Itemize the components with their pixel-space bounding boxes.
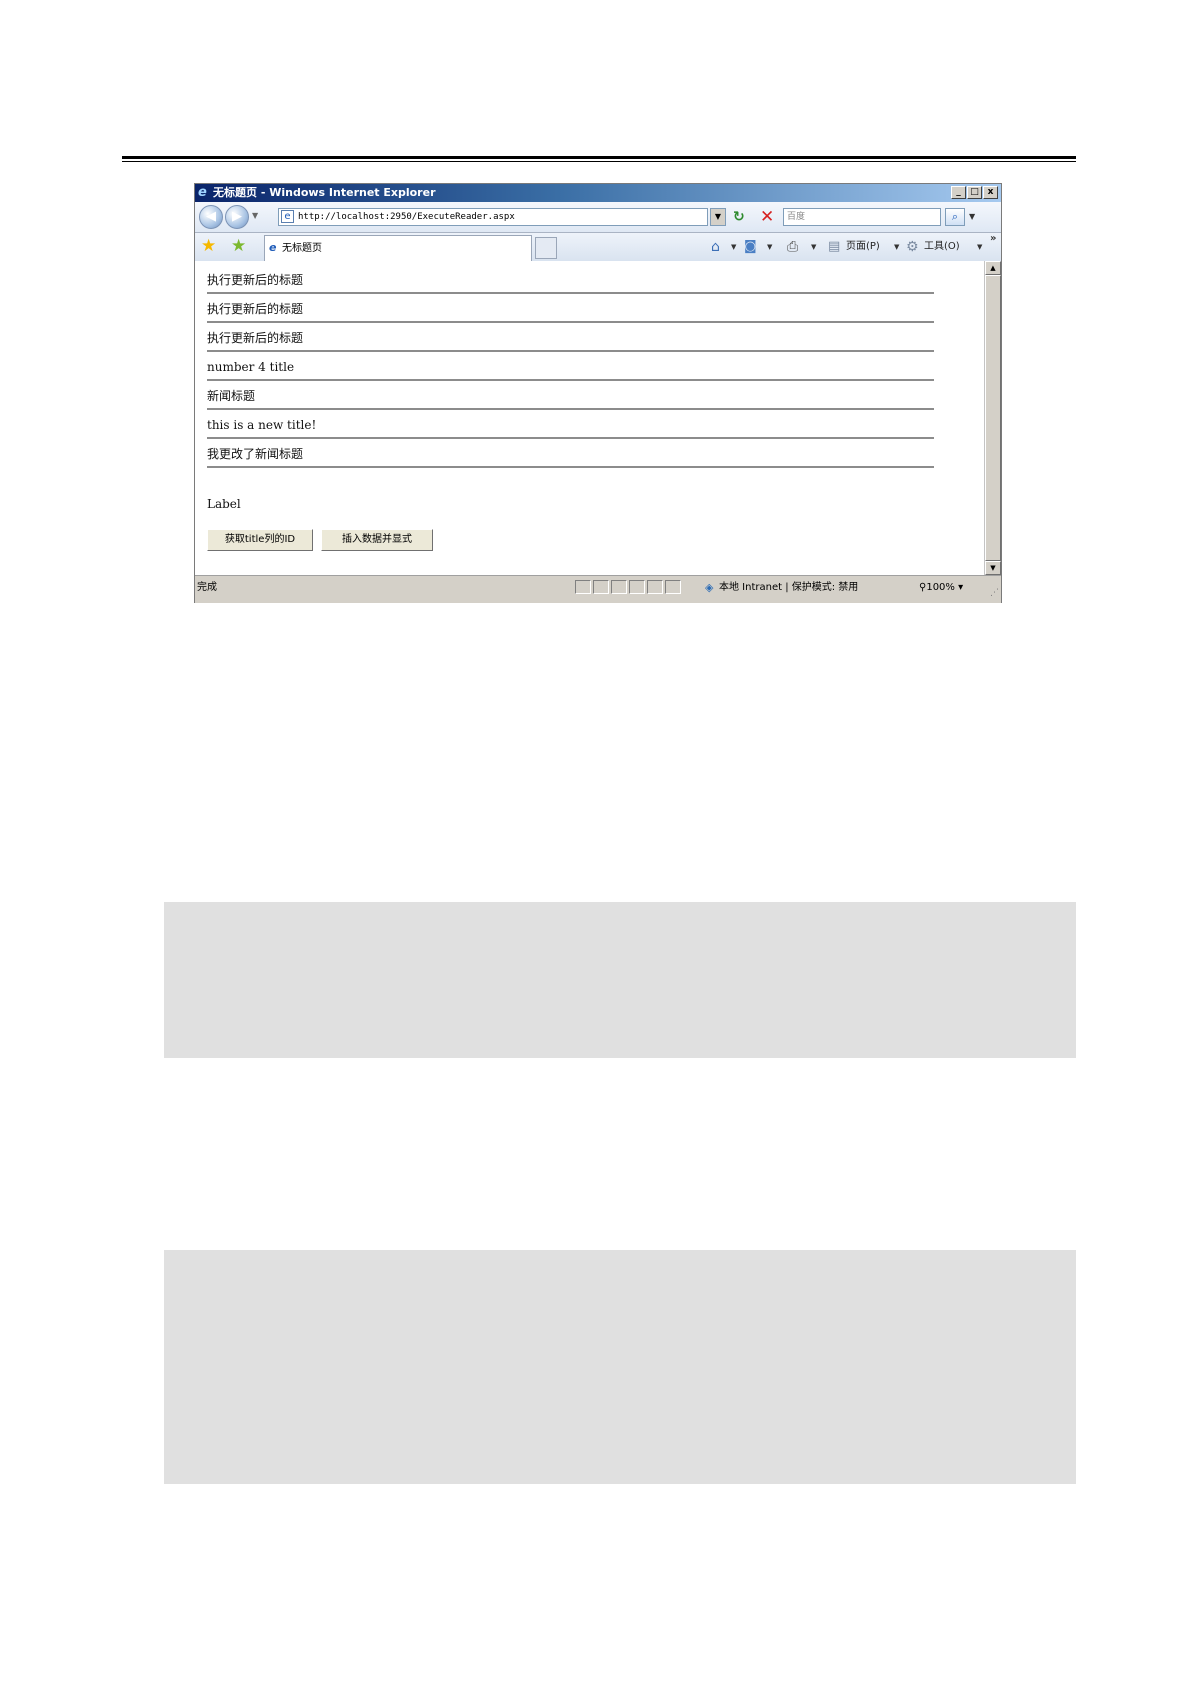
tab-page-icon: e bbox=[269, 241, 277, 254]
window-title: 无标题页 - Windows Internet Explorer bbox=[213, 186, 436, 199]
status-bar: 完成 ◈ 本地 Intranet | 保护模式: 禁用 ⚲100% ▾ ⋰ bbox=[195, 575, 1001, 603]
list-item: 执行更新后的标题 bbox=[207, 294, 934, 323]
list-item: number 4 title bbox=[207, 352, 934, 381]
favorites-bar: ★ ★ e 无标题页 ⌂ ▼ ◙ ▼ ⎙ ▼ ▤ 页面(P) ▼ ⚙ 工具(O)… bbox=[195, 233, 1001, 262]
toolbar-overflow-button[interactable]: » bbox=[990, 233, 996, 244]
list-item: 执行更新后的标题 bbox=[207, 323, 934, 352]
tools-gear-icon[interactable]: ⚙ bbox=[906, 239, 919, 255]
title-list: 执行更新后的标题 执行更新后的标题 执行更新后的标题 number 4 titl… bbox=[207, 265, 934, 468]
status-pane bbox=[611, 580, 627, 594]
window-controls: _ □ x bbox=[951, 186, 998, 199]
back-button[interactable]: ◀ bbox=[199, 205, 223, 229]
list-item: 新闻标题 bbox=[207, 381, 934, 410]
search-button[interactable]: ⌕ bbox=[945, 208, 965, 226]
print-icon[interactable]: ⎙ bbox=[787, 239, 798, 255]
ie-logo-icon: e bbox=[198, 185, 207, 200]
page-menu-dropdown-icon[interactable]: ▼ bbox=[894, 243, 899, 251]
status-pane bbox=[575, 580, 591, 594]
status-pane bbox=[647, 580, 663, 594]
tools-dropdown-icon[interactable]: ▼ bbox=[977, 243, 982, 251]
search-icon: ⌕ bbox=[951, 210, 959, 223]
zoom-value: 100% bbox=[926, 582, 955, 593]
status-pane bbox=[593, 580, 609, 594]
forward-button[interactable]: ▶ bbox=[225, 205, 249, 229]
title-bar: e 无标题页 - Windows Internet Explorer _ □ x bbox=[195, 184, 1001, 202]
address-dropdown-button[interactable]: ▼ bbox=[710, 208, 726, 226]
address-url[interactable]: http://localhost:2950/ExecuteReader.aspx bbox=[298, 209, 515, 225]
maximize-button[interactable]: □ bbox=[967, 186, 982, 199]
status-pane bbox=[629, 580, 645, 594]
close-button[interactable]: x bbox=[983, 186, 998, 199]
minimize-button[interactable]: _ bbox=[951, 186, 966, 199]
result-label: Label bbox=[207, 497, 241, 511]
back-icon: ◀ bbox=[206, 209, 216, 224]
intranet-zone-icon: ◈ bbox=[705, 581, 714, 594]
code-block bbox=[164, 902, 1076, 1058]
home-icon[interactable]: ⌂ bbox=[711, 239, 720, 255]
status-panes bbox=[575, 580, 681, 594]
recent-pages-dropdown[interactable]: ▼ bbox=[252, 211, 258, 220]
page-menu[interactable]: 页面(P) bbox=[846, 239, 880, 255]
vertical-scrollbar[interactable]: ▲ ▼ bbox=[984, 261, 1001, 575]
search-options-dropdown[interactable]: ▼ bbox=[969, 212, 975, 221]
search-input[interactable]: 百度 bbox=[783, 208, 941, 226]
refresh-icon[interactable]: ↻ bbox=[733, 209, 745, 225]
scroll-down-button[interactable]: ▼ bbox=[985, 561, 1001, 575]
home-dropdown-icon[interactable]: ▼ bbox=[731, 243, 736, 251]
security-zone[interactable]: 本地 Intranet | 保护模式: 禁用 bbox=[719, 580, 858, 596]
list-item: 我更改了新闻标题 bbox=[207, 439, 934, 468]
feeds-icon[interactable]: ◙ bbox=[744, 239, 757, 255]
insert-data-button[interactable]: 插入数据并显式 bbox=[321, 529, 433, 551]
add-favorites-icon[interactable]: ★ bbox=[231, 237, 246, 255]
status-text: 完成 bbox=[197, 582, 217, 593]
zoom-level[interactable]: ⚲100% ▾ bbox=[919, 580, 963, 596]
scroll-up-button[interactable]: ▲ bbox=[985, 261, 1001, 275]
list-item: this is a new title! bbox=[207, 410, 934, 439]
tab-title: 无标题页 bbox=[282, 243, 322, 254]
scroll-thumb[interactable] bbox=[985, 275, 1001, 561]
tab-current[interactable]: e 无标题页 bbox=[264, 235, 532, 261]
favorites-star-icon[interactable]: ★ bbox=[201, 237, 216, 255]
page-menu-icon[interactable]: ▤ bbox=[828, 239, 840, 255]
navigation-bar: ◀ ▶ ▼ e http://localhost:2950/ExecuteRea… bbox=[195, 202, 1001, 233]
code-block bbox=[164, 1250, 1076, 1484]
stop-icon[interactable]: ✕ bbox=[760, 207, 774, 227]
print-dropdown-icon[interactable]: ▼ bbox=[811, 243, 816, 251]
tools-menu[interactable]: 工具(O) bbox=[924, 239, 960, 255]
page-top-rule bbox=[122, 156, 1076, 162]
status-pane bbox=[665, 580, 681, 594]
feeds-dropdown-icon[interactable]: ▼ bbox=[767, 243, 772, 251]
resize-grip[interactable]: ⋰ bbox=[990, 585, 999, 601]
browser-window: e 无标题页 - Windows Internet Explorer _ □ x… bbox=[194, 183, 1002, 603]
new-tab-button[interactable] bbox=[535, 237, 557, 259]
page-content: 执行更新后的标题 执行更新后的标题 执行更新后的标题 number 4 titl… bbox=[195, 261, 984, 575]
forward-icon: ▶ bbox=[232, 209, 242, 224]
page-icon: e bbox=[281, 210, 294, 223]
address-bar[interactable]: e http://localhost:2950/ExecuteReader.as… bbox=[278, 208, 708, 226]
get-title-id-button[interactable]: 获取title列的ID bbox=[207, 529, 313, 551]
list-item: 执行更新后的标题 bbox=[207, 265, 934, 294]
